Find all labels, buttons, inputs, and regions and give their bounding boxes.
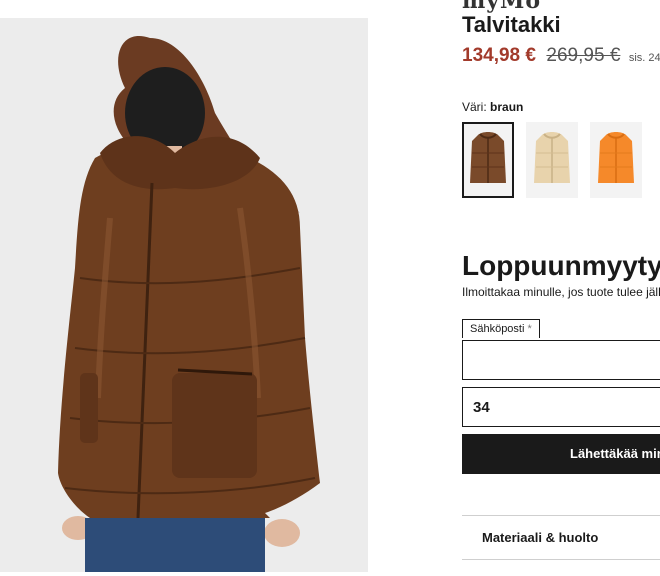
color-label-text: Väri:: [462, 100, 487, 114]
accordion-material-care[interactable]: Materiaali & huolto: [482, 530, 598, 545]
email-field-label: Sähköposti *: [462, 319, 540, 338]
required-mark: *: [527, 323, 532, 335]
jacket-thumbnail-icon: [470, 132, 506, 183]
divider: [462, 515, 660, 516]
email-label-text: Sähköposti: [470, 323, 525, 335]
notify-submit-button[interactable]: Lähettäkää minulle: [462, 434, 660, 474]
color-swatch-beige[interactable]: [526, 122, 578, 198]
color-swatch-orange[interactable]: [590, 122, 642, 198]
price-row: 134,98 € 269,95 € sis. 24: [462, 45, 660, 67]
product-image[interactable]: [0, 18, 368, 572]
sale-price: 134,98 €: [462, 45, 536, 66]
size-select[interactable]: 34: [462, 387, 660, 427]
color-label: Väri: braun: [462, 100, 523, 114]
color-swatches: [462, 122, 642, 198]
product-title: Talvitakki: [462, 12, 561, 37]
original-price: 269,95 €: [546, 45, 621, 66]
notify-description: Ilmoittakaa minulle, jos tuote tulee jäl…: [462, 285, 660, 299]
sold-out-heading: Loppuunmyyty: [462, 250, 660, 281]
color-swatch-braun[interactable]: [462, 122, 514, 198]
divider: [462, 559, 660, 560]
email-field[interactable]: [462, 340, 660, 380]
price-vat-note: sis. 24: [628, 52, 660, 64]
jacket-thumbnail-icon: [598, 132, 634, 183]
selected-color-name: braun: [490, 100, 524, 114]
jacket-thumbnail-icon: [534, 132, 570, 183]
